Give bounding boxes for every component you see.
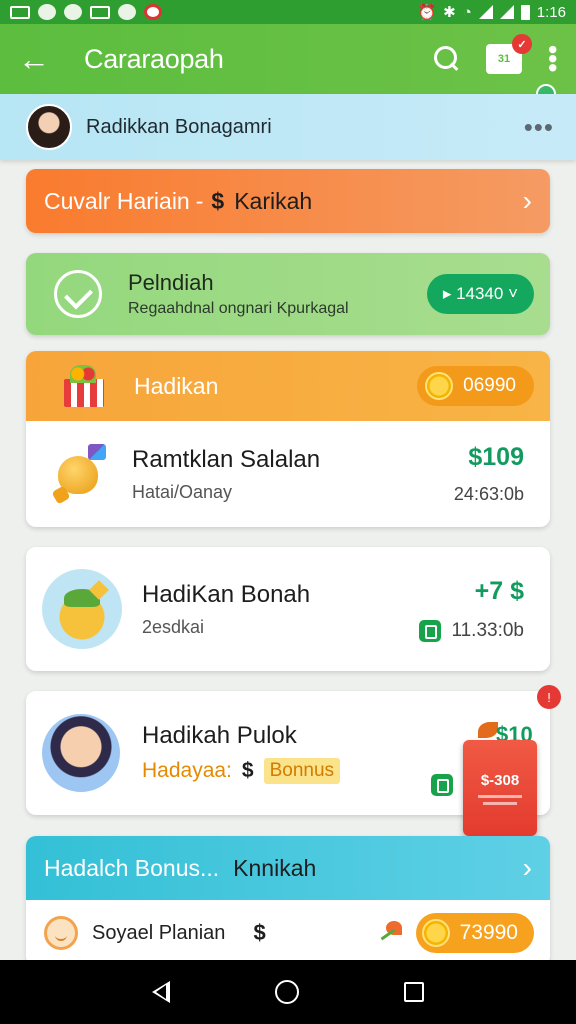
avatar bbox=[40, 712, 122, 794]
nav-home-icon[interactable] bbox=[274, 980, 299, 1004]
row-amount: +7 $ bbox=[474, 576, 524, 605]
verified-icon bbox=[431, 774, 453, 796]
row-label: Soyael Planian bbox=[92, 921, 226, 944]
gift-basket-icon bbox=[60, 365, 108, 407]
teal-header[interactable]: Hadalch Bonus... Knnikah › bbox=[26, 836, 550, 900]
notification-icon bbox=[144, 4, 162, 20]
coin-icon bbox=[425, 372, 454, 400]
app-bar: ← Cararaopah 31 ✓ ••• bbox=[0, 24, 576, 104]
teal-title: Hadalch Bonus... bbox=[44, 854, 220, 881]
coupon-fine-print-2 bbox=[483, 801, 517, 805]
globe-icon bbox=[64, 4, 82, 20]
bonus-tag: Bonnus bbox=[263, 758, 341, 784]
row-subtitle: 2esdkai bbox=[142, 616, 205, 637]
coupon-card[interactable]: $-308 bbox=[463, 740, 537, 836]
pending-subtitle: Regaahdnal ongnari Kpurkagal bbox=[128, 300, 349, 317]
pending-amount-pill[interactable]: ▸ 14340 ˅ bbox=[426, 274, 534, 314]
coupon-fine-print bbox=[478, 794, 522, 798]
pending-title: Pelndiah bbox=[128, 270, 214, 295]
more-vert-icon[interactable]: ••• bbox=[538, 45, 568, 72]
leaf-icon bbox=[118, 4, 136, 20]
user-name: Radikkan Bonagamri bbox=[86, 115, 272, 138]
coupon-value: $-308 bbox=[480, 771, 520, 789]
wifi-icon: ◔ bbox=[462, 3, 472, 21]
gift-points-pill[interactable]: 06990 bbox=[417, 366, 534, 406]
bonus-card[interactable]: HadiKan Bonah 2esdkai +7 $ 11.33:0b bbox=[26, 547, 550, 671]
list-item[interactable]: HadiKan Bonah 2esdkai +7 $ 11.33:0b bbox=[26, 547, 550, 671]
search-icon[interactable] bbox=[434, 46, 460, 72]
avatar bbox=[26, 104, 72, 150]
nav-back-icon[interactable] bbox=[152, 981, 171, 1003]
list-item[interactable]: Ramtklan Salalan Hatai/Oanay $109 24:63:… bbox=[26, 421, 550, 527]
teal-section: Hadalch Bonus... Knnikah › Soyael Plania… bbox=[26, 836, 550, 966]
promo-subtitle: Hadayaa: bbox=[142, 759, 232, 782]
status-bar: ⏰ ✱ ◔ 1:16 bbox=[0, 0, 576, 24]
row-currency: $ bbox=[253, 920, 266, 945]
coin-icon bbox=[421, 919, 450, 947]
avatar-icon bbox=[38, 4, 56, 20]
signal-icon bbox=[478, 5, 493, 19]
nav-recents-icon[interactable] bbox=[403, 982, 424, 1002]
teal-suffix: Knnikah bbox=[233, 854, 317, 881]
chevron-right-icon: › bbox=[522, 852, 532, 883]
alarm-icon: ⏰ bbox=[417, 4, 437, 21]
flower-icon bbox=[380, 921, 406, 945]
banner-separator: - bbox=[195, 187, 204, 214]
check-circle-icon bbox=[54, 270, 102, 318]
row-time: 24:63:0b bbox=[453, 484, 524, 504]
daily-banner[interactable]: Cuvalr Hariain - $ Karikah › bbox=[26, 169, 550, 233]
trophy-icon bbox=[48, 442, 112, 506]
app-title: Cararaopah bbox=[84, 43, 224, 74]
list-item[interactable]: Soyael Planian $ 73990 bbox=[26, 900, 550, 966]
row-time: 11.33:0b bbox=[451, 619, 524, 641]
teal-points-pill[interactable]: 73990 bbox=[415, 913, 534, 953]
more-horiz-icon[interactable]: ••• bbox=[524, 112, 554, 143]
user-bar[interactable]: Radikkan Bonagamri ••• bbox=[0, 94, 576, 160]
banner-suffix: Karikah bbox=[234, 187, 313, 214]
gift-points-value: 06990 bbox=[463, 375, 516, 396]
plant-pot-icon bbox=[42, 569, 122, 649]
alert-badge: ! bbox=[537, 685, 561, 709]
gift-title: Hadikan bbox=[134, 372, 219, 399]
row-title: Hadikah Pulok bbox=[142, 722, 297, 749]
banner-text: Cuvalr Hariain bbox=[44, 187, 190, 214]
gift-section: Hadikan 06990 Ramtklan Salalan Hatai/Oan… bbox=[26, 351, 550, 527]
teal-points-value: 73990 bbox=[459, 921, 518, 944]
row-amount: $109 bbox=[468, 443, 524, 471]
battery-icon bbox=[520, 4, 530, 20]
row-title: HadiKan Bonah bbox=[142, 580, 311, 608]
promo-currency: $ bbox=[241, 759, 254, 782]
chevron-right-icon: › bbox=[522, 185, 532, 216]
back-arrow-icon[interactable]: ← bbox=[18, 41, 62, 78]
row-title: Ramtklan Salalan bbox=[132, 445, 321, 473]
status-time: 1:16 bbox=[536, 3, 566, 21]
smiley-sun-icon bbox=[44, 916, 78, 950]
screen-icon bbox=[10, 5, 30, 19]
row-subtitle: Hatai/Oanay bbox=[132, 481, 233, 502]
verified-icon bbox=[419, 619, 442, 642]
calendar-icon[interactable]: 31 ✓ bbox=[486, 34, 532, 74]
calendar-badge: ✓ bbox=[512, 34, 532, 54]
system-nav-bar bbox=[0, 960, 576, 1024]
gift-header: Hadikan 06990 bbox=[26, 351, 550, 421]
pending-card[interactable]: Pelndiah Regaahdnal ongnari Kpurkagal ▸ … bbox=[26, 253, 550, 335]
bluetooth-icon: ✱ bbox=[443, 4, 456, 21]
banner-currency: $ bbox=[211, 187, 225, 214]
signal-icon-2 bbox=[499, 5, 514, 19]
message-icon bbox=[90, 5, 110, 19]
calendar-text: 31 bbox=[497, 53, 511, 65]
